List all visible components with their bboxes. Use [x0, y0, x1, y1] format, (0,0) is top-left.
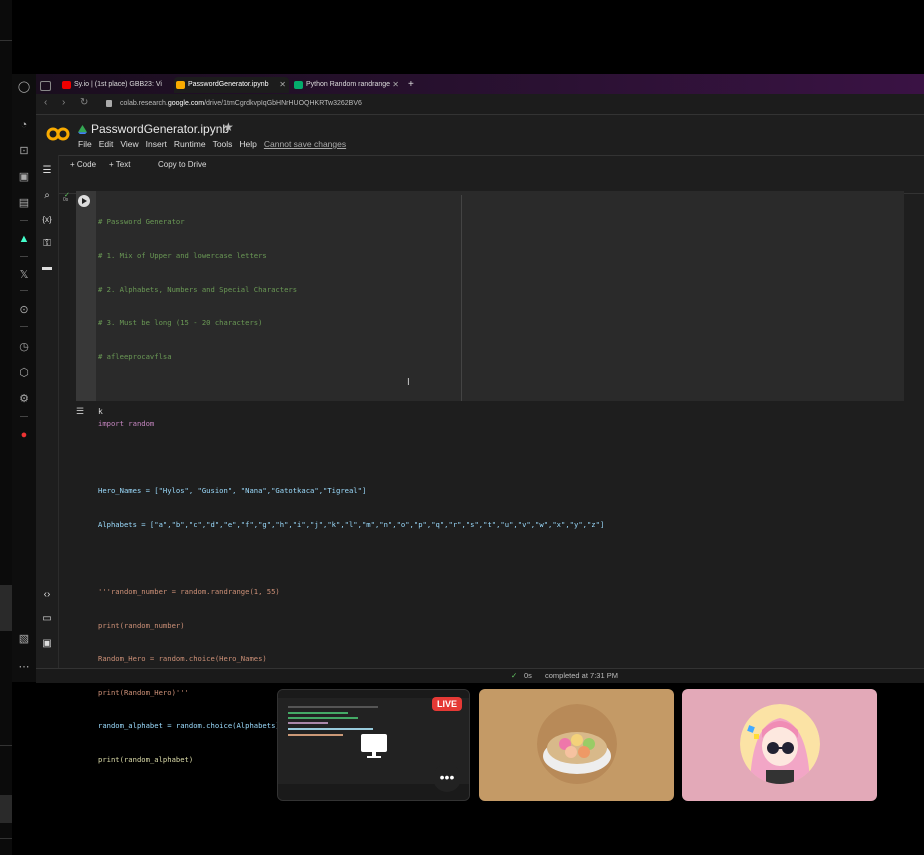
avatar: [537, 704, 617, 784]
output-text: k: [98, 407, 103, 416]
code-line: # 3. Must be long (15 - 20 characters): [98, 318, 263, 328]
notebook-toolbar: + Code + Text Copy to Drive: [36, 155, 924, 176]
opera-sidebar: ◯ ◔ ⊡ ▣ ▤ ▲ 𝕏 ⊙ ◷ ⬡ ⚙ ● ▧ ⋯: [12, 74, 36, 682]
opera-logo-icon[interactable]: ◯: [17, 80, 31, 94]
code-line: '''random_number = random.randrange(1, 5…: [98, 586, 280, 596]
forward-icon[interactable]: ›: [62, 97, 65, 108]
gamepad-icon: [40, 81, 51, 91]
more-options-button[interactable]: •••: [433, 764, 461, 792]
code-line: # 2. Alphabets, Numbers and Special Char…: [98, 284, 298, 294]
close-icon[interactable]: ✕: [392, 77, 399, 93]
check-icon: ✓: [511, 671, 518, 680]
back-icon[interactable]: ‹: [44, 97, 47, 108]
clock-icon[interactable]: ◷: [17, 340, 31, 354]
colab-header: PasswordGenerator.ipynb ★ File Edit View In…: [36, 115, 924, 194]
settings-icon[interactable]: ⚙: [17, 392, 31, 406]
new-tab-button[interactable]: +: [404, 77, 420, 93]
tab-label: Python Random randrange: [306, 81, 391, 88]
participant-tile[interactable]: [682, 689, 877, 801]
w3schools-icon: [294, 81, 303, 89]
code-line: print(random_number): [98, 620, 185, 630]
cell-gutter: ✓ 0s: [63, 191, 96, 401]
cell-output: ☰ k: [76, 403, 904, 423]
code-cell[interactable]: ✓ 0s # Password Generator # 1. Mix of Up…: [63, 191, 904, 764]
status-completed: completed at 7:31 PM: [545, 671, 618, 680]
menu-file[interactable]: File: [78, 139, 92, 149]
screen-share-tile[interactable]: LIVE •••: [277, 689, 470, 801]
x-icon[interactable]: 𝕏: [17, 268, 31, 282]
output-menu-icon[interactable]: ☰: [76, 406, 84, 417]
command-palette-icon[interactable]: ▭: [40, 612, 54, 626]
code-line: # 1. Mix of Upper and lowercase letters: [98, 251, 267, 260]
lock-icon: [106, 100, 112, 107]
avatar: [740, 704, 820, 784]
more-icon[interactable]: ⋯: [17, 660, 31, 674]
key-icon[interactable]: ⚿: [40, 237, 54, 251]
outer-left-panel: [0, 0, 12, 855]
record-icon[interactable]: ●: [17, 428, 31, 442]
menu-tools[interactable]: Tools: [213, 139, 233, 149]
bag-icon[interactable]: ⊡: [17, 144, 31, 158]
menu-insert[interactable]: Insert: [146, 139, 167, 149]
colab-logo-icon[interactable]: [46, 127, 70, 141]
aria-icon[interactable]: ▲: [17, 232, 31, 246]
menu-bar: File Edit View Insert Runtime Tools Help Cannot…: [78, 139, 353, 149]
tab-colab[interactable]: PasswordGenerator.ipynb ✕: [174, 77, 289, 93]
browser-window: ◯ ◔ ⊡ ▣ ▤ ▲ 𝕏 ⊙ ◷ ⬡ ⚙ ● ▧ ⋯ Sy.io | (1st…: [12, 74, 924, 764]
toc-icon[interactable]: ☰: [40, 164, 54, 178]
code-line: Alphabets = ["a","b","c","d","e","f","g"…: [98, 519, 605, 529]
folder-icon[interactable]: ▬: [40, 261, 54, 275]
code-line: Random_Hero = random.choice(Hero_Names): [98, 654, 267, 664]
menu-edit[interactable]: Edit: [99, 139, 114, 149]
live-badge: LIVE: [431, 697, 462, 711]
add-text-button[interactable]: + Text: [109, 160, 130, 169]
colab-app: PasswordGenerator.ipynb ★ File Edit View In…: [36, 115, 924, 764]
code-line: # Password Generator: [98, 217, 185, 227]
menu-runtime[interactable]: Runtime: [174, 139, 206, 149]
screen-share-icon: [361, 734, 387, 758]
code-line: # afleeprocavflsa: [98, 351, 172, 361]
tab-w3schools[interactable]: Python Random randrange ✕: [292, 77, 402, 93]
execution-time: 0s: [63, 197, 69, 203]
text-cursor-icon: I: [407, 377, 410, 388]
tab-youtube[interactable]: Sy.io | (1st place) GBB23: Vi: [60, 77, 172, 93]
copy-to-drive-button[interactable]: Copy to Drive: [158, 160, 206, 169]
speed-dial-icon[interactable]: ◔: [17, 118, 31, 132]
tab-label: Sy.io | (1st place) GBB23: Vi: [74, 81, 162, 88]
address-bar: ‹ › ↻ colab.research.google.com/drive/1t…: [36, 94, 924, 115]
add-code-button[interactable]: + Code: [70, 160, 96, 169]
reload-icon[interactable]: ↻: [80, 97, 88, 108]
variables-icon[interactable]: {x}: [40, 213, 54, 227]
code-line: Hero_Names = ["Hylos", "Gusion", "Nana",…: [98, 486, 367, 496]
code-snippets-icon[interactable]: ‹›: [40, 588, 54, 602]
terminal-icon[interactable]: ▣: [40, 637, 54, 651]
run-cell-button[interactable]: [78, 195, 90, 207]
notebook-title[interactable]: PasswordGenerator.ipynb: [91, 122, 229, 136]
colab-sidebar: ☰ ⌕ {x} ⚿ ▬ ‹› ▭ ▣: [36, 155, 59, 682]
participant-tile[interactable]: [479, 689, 674, 801]
close-icon[interactable]: ✕: [279, 77, 286, 93]
youtube-icon: [62, 81, 71, 89]
google-drive-icon: [78, 125, 87, 134]
play-circle-icon[interactable]: ⊙: [17, 303, 31, 317]
calendar-icon[interactable]: ▤: [17, 196, 31, 210]
tab-label: PasswordGenerator.ipynb: [188, 81, 269, 88]
status-bar: ✓ 0s completed at 7:31 PM: [36, 668, 924, 683]
search-icon[interactable]: ⌕: [40, 189, 54, 203]
menu-view[interactable]: View: [120, 139, 138, 149]
cannot-save-link[interactable]: Cannot save changes: [264, 139, 346, 149]
twitch-icon[interactable]: ▣: [17, 170, 31, 184]
tab-gamepad[interactable]: [38, 77, 58, 93]
cube-icon[interactable]: ⬡: [17, 366, 31, 380]
star-icon[interactable]: ★: [223, 120, 234, 134]
tab-bar: Sy.io | (1st place) GBB23: Vi PasswordGe…: [36, 74, 924, 94]
image-icon[interactable]: ▧: [17, 632, 31, 646]
menu-help[interactable]: Help: [239, 139, 256, 149]
url-field[interactable]: colab.research.google.com/drive/1tmCgrdk…: [106, 97, 820, 111]
status-time: 0s: [524, 671, 532, 680]
colab-tab-icon: [176, 81, 185, 89]
